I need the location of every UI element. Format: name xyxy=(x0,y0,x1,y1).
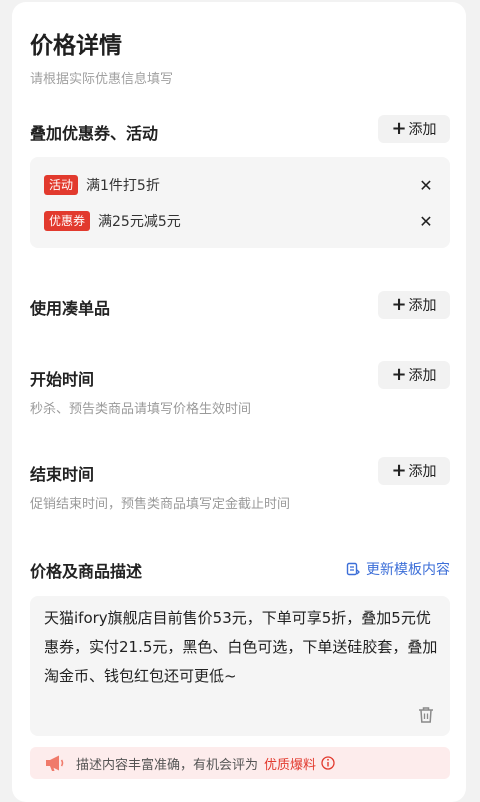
stacking-section-title: 叠加优惠券、活动 xyxy=(30,124,159,143)
add-start-time-button[interactable]: + 添加 xyxy=(378,361,450,389)
description-textarea[interactable]: 天猫ifory旗舰店目前售价53元，下单可享5折，叠加5元优惠券，实付21.5元… xyxy=(30,596,450,736)
add-label: 添加 xyxy=(408,298,437,314)
description-section-title: 价格及商品描述 xyxy=(30,562,143,581)
update-template-link[interactable]: 更新模板内容 xyxy=(346,559,450,579)
quality-tip-banner: 描述内容丰富准确，有机会评为 优质爆料 xyxy=(30,747,450,779)
list-item: 活动 满1件打5折 ✕ xyxy=(44,174,436,196)
bundle-section-title: 使用凑单品 xyxy=(30,299,111,318)
list-item-text: 满25元减5元 xyxy=(98,214,181,230)
start-time-hint: 秒杀、预告类商品请填写价格生效时间 xyxy=(30,402,252,417)
plus-icon: + xyxy=(391,460,407,481)
close-icon[interactable]: ✕ xyxy=(416,212,436,231)
description-text[interactable]: 天猫ifory旗舰店目前售价53元，下单可享5折，叠加5元优惠券，实付21.5元… xyxy=(44,604,440,691)
plus-icon: + xyxy=(391,294,407,315)
update-template-label: 更新模板内容 xyxy=(366,562,450,578)
price-detail-card: 价格详情 请根据实际优惠信息填写 叠加优惠券、活动 + 添加 活动 满1件打5折… xyxy=(12,2,466,802)
start-time-title: 开始时间 xyxy=(30,370,95,389)
add-end-time-button[interactable]: + 添加 xyxy=(378,457,450,485)
add-stacking-button[interactable]: + 添加 xyxy=(378,115,450,143)
end-time-title: 结束时间 xyxy=(30,465,95,484)
page-title: 价格详情 xyxy=(30,33,122,59)
plus-icon: + xyxy=(391,364,407,385)
coupon-tag: 优惠券 xyxy=(44,211,91,231)
add-label: 添加 xyxy=(408,368,437,384)
banner-text: 描述内容丰富准确，有机会评为 xyxy=(76,757,259,773)
add-bundle-button[interactable]: + 添加 xyxy=(378,291,450,319)
template-icon xyxy=(346,562,360,576)
page-subtitle: 请根据实际优惠信息填写 xyxy=(30,72,174,87)
activity-tag: 活动 xyxy=(44,175,79,195)
stacking-list: 活动 满1件打5折 ✕ 优惠券 满25元减5元 ✕ xyxy=(30,157,450,248)
list-item: 优惠券 满25元减5元 ✕ xyxy=(44,210,436,232)
list-item-text: 满1件打5折 xyxy=(86,178,160,194)
plus-icon: + xyxy=(391,118,407,139)
add-label: 添加 xyxy=(408,122,437,138)
trash-icon[interactable] xyxy=(418,706,434,724)
quality-badge-link[interactable]: 优质爆料 xyxy=(264,754,316,773)
info-icon[interactable] xyxy=(321,756,335,770)
megaphone-icon xyxy=(46,755,64,771)
end-time-hint: 促销结束时间，预售类商品填写定金截止时间 xyxy=(30,497,291,512)
add-label: 添加 xyxy=(408,464,437,480)
close-icon[interactable]: ✕ xyxy=(416,176,436,195)
